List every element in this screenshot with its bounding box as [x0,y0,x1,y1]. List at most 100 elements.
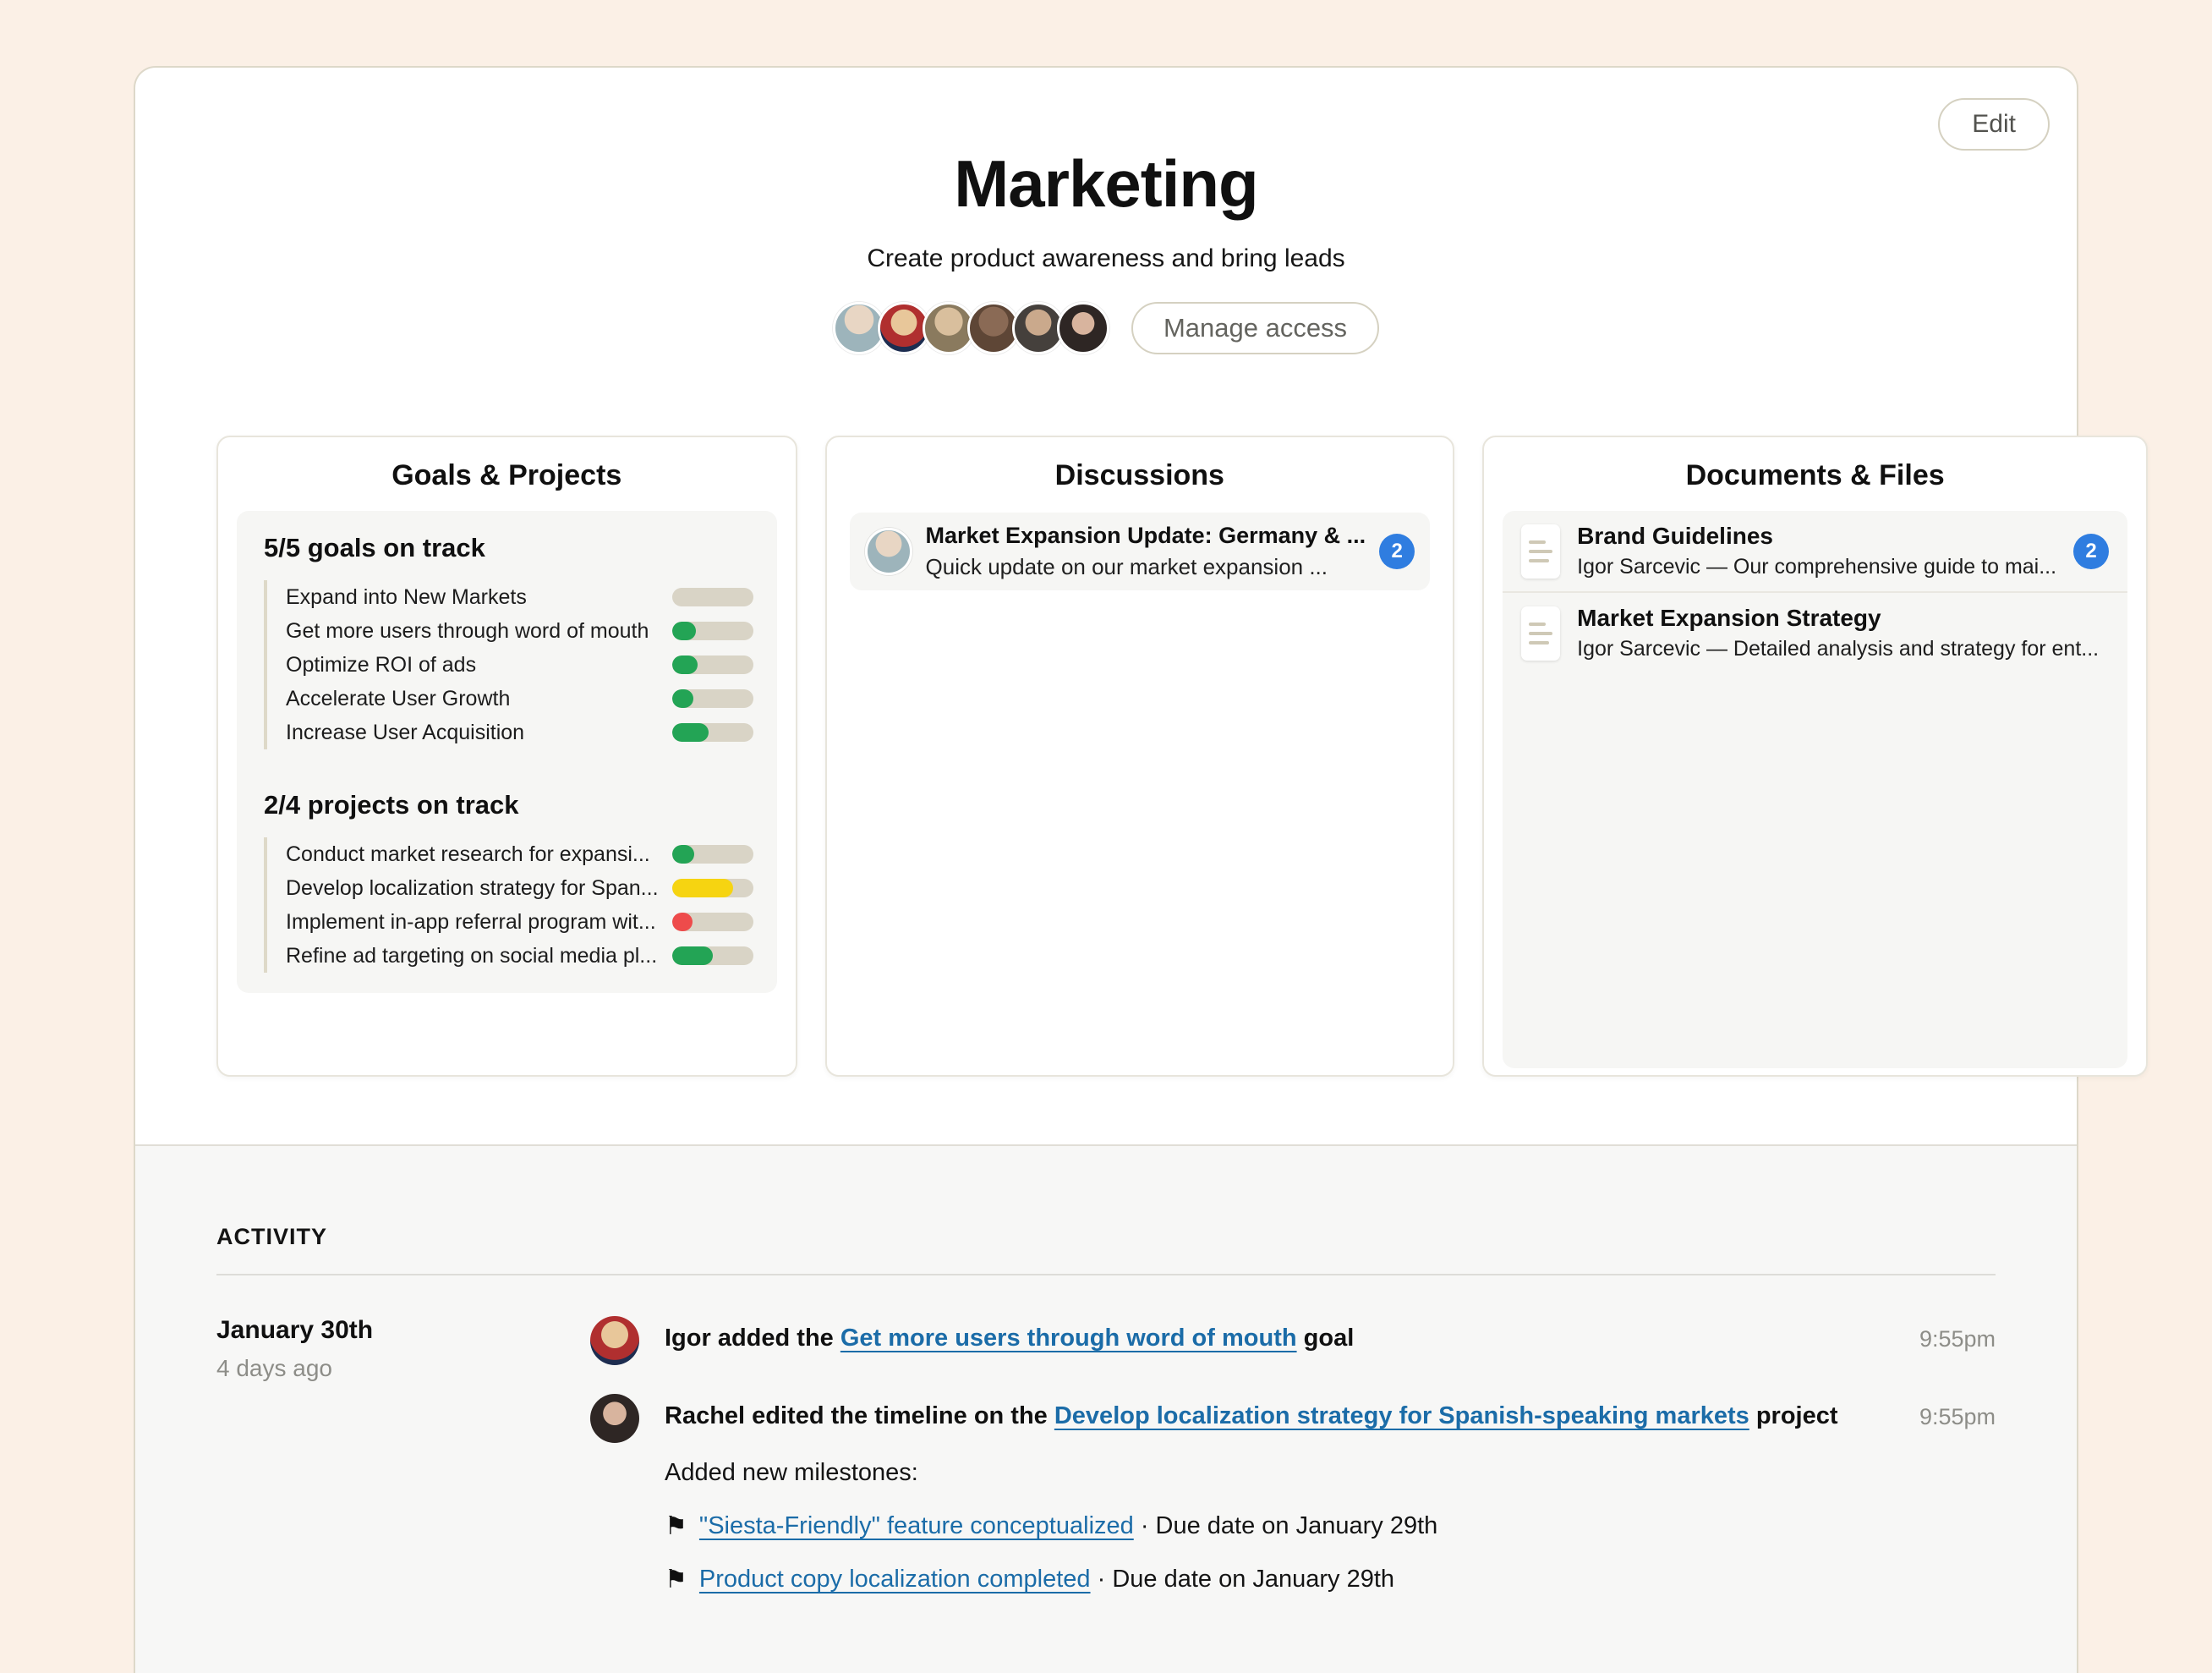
milestone-row: ⚑ "Siesta-Friendly" feature conceptualiz… [665,1512,1894,1540]
project-page-card: Edit Marketing Create product awareness … [134,66,2078,1673]
goal-row[interactable]: Optimize ROI of ads [286,648,753,682]
project-label: Develop localization strategy for Span..… [286,876,659,901]
document-title: Brand Guidelines [1577,523,2056,550]
activity-entry: Igor added the Get more users through wo… [590,1316,1996,1365]
edit-button[interactable]: Edit [1938,98,2050,151]
entry-suffix: project [1749,1402,1838,1429]
milestone-due: · Due date on January 29th [1134,1512,1438,1539]
milestones-note: Added new milestones: [665,1459,1894,1487]
activity-grid: January 30th 4 days ago Igor added the G… [216,1316,1996,1593]
discussion-preview: Quick update on our market expansion ... [926,554,1366,580]
goals-heading: 5/5 goals on track [264,533,753,563]
project-progress-bar [672,845,753,864]
project-progress-bar [672,879,753,897]
goal-label: Optimize ROI of ads [286,653,476,677]
discussions-card: Discussions Market Expansion Update: Ger… [825,436,1455,1077]
document-icon [1521,606,1560,661]
milestone-text: "Siesta-Friendly" feature conceptualized… [699,1512,1437,1540]
discussions-title[interactable]: Discussions [846,459,1435,492]
activity-date: January 30th [216,1316,590,1345]
document-byline: Igor Sarcevic — Detailed analysis and st… [1577,637,2109,661]
goal-label: Increase User Acquisition [286,721,524,745]
page-subtitle: Create product awareness and bring leads [135,244,2077,273]
activity-entry-line: Rachel edited the timeline on the Develo… [665,1402,1894,1430]
activity-entries: Igor added the Get more users through wo… [590,1316,1996,1593]
activity-date-relative: 4 days ago [216,1355,590,1382]
goal-row[interactable]: Get more users through word of mouth [286,614,753,648]
project-link[interactable]: Develop localization strategy for Spanis… [1054,1402,1749,1429]
page-title: Marketing [135,145,2077,222]
milestone-text: Product copy localization completed · Du… [699,1566,1394,1593]
document-byline: Igor Sarcevic — Our comprehensive guide … [1577,555,2056,579]
document-row[interactable]: Brand Guidelines Igor Sarcevic — Our com… [1503,511,2127,591]
members-row: Manage access [135,302,2077,354]
goals-list: Expand into New Markets Get more users t… [264,580,753,749]
project-progress-bar [672,946,753,965]
activity-section: ACTIVITY January 30th 4 days ago Igor ad… [135,1144,2077,1673]
project-label: Conduct market research for expansi... [286,842,650,867]
flag-icon: ⚑ [665,1567,687,1593]
milestone-link[interactable]: Product copy localization completed [699,1566,1091,1593]
project-row[interactable]: Develop localization strategy for Span..… [286,871,753,905]
goal-row[interactable]: Increase User Acquisition [286,716,753,749]
activity-timestamp: 9:55pm [1919,1316,1996,1352]
projects-heading: 2/4 projects on track [264,790,753,820]
project-row[interactable]: Conduct market research for expansi... [286,837,753,871]
tool-cards-row: Goals & Projects 5/5 goals on track Expa… [135,436,2077,1077]
activity-entry-body: Rachel edited the timeline on the Develo… [665,1394,1894,1593]
activity-divider [216,1274,1996,1275]
milestone-due: · Due date on January 29th [1091,1566,1395,1593]
project-header-section: Edit Marketing Create product awareness … [135,68,2077,1144]
activity-timestamp: 9:55pm [1919,1394,1996,1430]
activity-heading: ACTIVITY [216,1224,1996,1250]
goals-projects-panel: 5/5 goals on track Expand into New Marke… [237,511,777,993]
project-row[interactable]: Refine ad targeting on social media pl..… [286,939,753,973]
project-progress-bar [672,913,753,931]
activity-date-column: January 30th 4 days ago [216,1316,590,1593]
activity-entry-body: Igor added the Get more users through wo… [665,1316,1894,1352]
unread-count-badge: 2 [2073,534,2109,569]
document-row[interactable]: Market Expansion Strategy Igor Sarcevic … [1503,591,2127,673]
discussion-item[interactable]: Market Expansion Update: Germany & ... Q… [850,513,1431,590]
manage-access-button[interactable]: Manage access [1131,302,1379,354]
document-text: Brand Guidelines Igor Sarcevic — Our com… [1577,523,2056,579]
goals-projects-title[interactable]: Goals & Projects [237,459,777,492]
goal-link[interactable]: Get more users through word of mouth [840,1325,1297,1352]
goal-row[interactable]: Expand into New Markets [286,580,753,614]
flag-icon: ⚑ [665,1514,687,1539]
goal-label: Accelerate User Growth [286,687,510,711]
discussion-title: Market Expansion Update: Germany & ... [926,523,1366,549]
activity-entry: Rachel edited the timeline on the Develo… [590,1394,1996,1593]
project-label: Refine ad targeting on social media pl..… [286,944,657,968]
goal-progress-bar [672,655,753,674]
activity-entry-line: Igor added the Get more users through wo… [665,1325,1894,1352]
entry-prefix: Rachel edited the timeline on the [665,1402,1054,1429]
document-icon [1521,524,1560,579]
goal-progress-bar [672,723,753,742]
discussion-text: Market Expansion Update: Germany & ... Q… [926,523,1366,580]
goal-progress-bar [672,689,753,708]
goal-progress-bar [672,588,753,606]
projects-list: Conduct market research for expansi... D… [264,837,753,973]
project-label: Implement in-app referral program wit... [286,910,656,935]
documents-panel: Brand Guidelines Igor Sarcevic — Our com… [1503,511,2127,1068]
documents-card: Documents & Files Brand Guidelines Igor … [1482,436,2148,1077]
project-row[interactable]: Implement in-app referral program wit... [286,905,753,939]
entry-prefix: Igor added the [665,1325,840,1352]
goal-progress-bar [672,622,753,640]
entry-suffix: goal [1297,1325,1355,1352]
goal-row[interactable]: Accelerate User Growth [286,682,753,716]
document-title: Market Expansion Strategy [1577,605,2109,632]
goal-label: Get more users through word of mouth [286,619,649,644]
activity-avatar-igor[interactable] [590,1316,639,1365]
document-text: Market Expansion Strategy Igor Sarcevic … [1577,605,2109,661]
unread-count-badge: 2 [1379,534,1415,569]
milestone-row: ⚑ Product copy localization completed · … [665,1566,1894,1593]
avatar-member-6[interactable] [1057,302,1109,354]
goal-label: Expand into New Markets [286,585,527,610]
documents-title[interactable]: Documents & Files [1503,459,2127,492]
discussion-author-avatar [865,528,912,575]
member-avatars [833,302,1109,354]
activity-avatar-rachel[interactable] [590,1394,639,1443]
milestone-link[interactable]: "Siesta-Friendly" feature conceptualized [699,1512,1134,1539]
